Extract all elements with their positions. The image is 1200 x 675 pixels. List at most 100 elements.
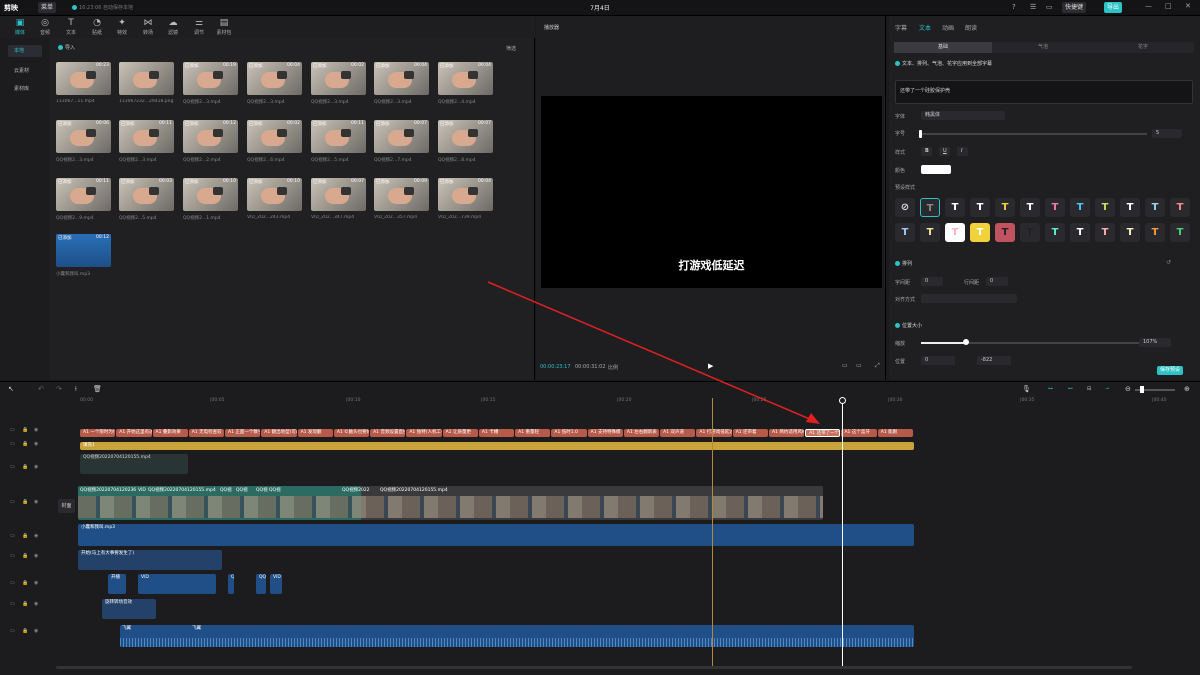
subtitle-clip[interactable]: A1 无电检查较 bbox=[188, 429, 225, 437]
preset-style[interactable]: T bbox=[1070, 223, 1090, 242]
timeline-scrollbar[interactable] bbox=[56, 666, 1132, 669]
segment-fancy[interactable]: 花字 bbox=[1094, 42, 1192, 53]
lock-icon[interactable]: ▭ bbox=[10, 427, 15, 433]
media-thumbnail[interactable]: 已添加 00:03 bbox=[119, 178, 174, 211]
position-y-input[interactable]: -822 bbox=[977, 356, 1011, 365]
subtitle-clip[interactable]: A1 音频设置直接 bbox=[370, 429, 406, 437]
record-icon[interactable]: 🎙 bbox=[1022, 385, 1031, 393]
mute-icon[interactable]: ◉ bbox=[34, 441, 38, 447]
eye-icon[interactable]: 🔒 bbox=[22, 499, 28, 505]
preset-style[interactable]: T bbox=[995, 198, 1015, 217]
media-thumbnail[interactable]: 已添加 00:10 bbox=[247, 178, 302, 211]
subtitle-clip[interactable]: A1 双声道 bbox=[660, 429, 696, 437]
minimize-icon[interactable]: — bbox=[1145, 2, 1152, 10]
media-thumbnail[interactable]: 已添加 00:09 bbox=[374, 178, 429, 211]
subtitle-text-input[interactable]: 还带了一个硅胶保护壳 bbox=[895, 80, 1193, 104]
tool-adjust[interactable]: ⚌ 调节 bbox=[187, 18, 211, 36]
media-thumbnail[interactable]: 已添加 00:11 bbox=[311, 120, 366, 153]
mute-icon[interactable]: ◉ bbox=[34, 427, 38, 433]
tool-pack[interactable]: ▤ 素材包 bbox=[212, 18, 236, 36]
eye-icon[interactable]: 🔒 bbox=[22, 553, 28, 559]
tool-filter[interactable]: ☁ 滤镜 bbox=[161, 18, 185, 36]
subtitle-clip[interactable]: A1 开始这里有透明 bbox=[116, 429, 152, 437]
audio-clip-extract[interactable]: QQ视频20220704120155 bbox=[228, 574, 234, 594]
media-thumbnail[interactable]: 已添加 00:07 bbox=[311, 178, 366, 211]
lock-icon[interactable]: ▭ bbox=[10, 533, 15, 539]
color-swatch[interactable] bbox=[921, 165, 951, 174]
lock-icon[interactable]: ▭ bbox=[10, 628, 15, 634]
subtitle-clip[interactable]: A1 打游戏低延迟 bbox=[696, 429, 732, 437]
tool-media[interactable]: ▣ 媒体 bbox=[8, 18, 32, 36]
media-thumbnail[interactable]: 已添加 00:04 bbox=[438, 62, 493, 95]
size-input[interactable]: 5 bbox=[1152, 129, 1182, 138]
tool-audio[interactable]: ◎ 音频 bbox=[33, 18, 57, 36]
lock-icon[interactable]: ▭ bbox=[10, 553, 15, 559]
subtitle-clip[interactable]: A1 让质量更 bbox=[442, 429, 478, 437]
menu-button[interactable]: 菜单 bbox=[38, 2, 57, 13]
eye-icon[interactable]: 🔒 bbox=[22, 580, 28, 586]
preset-style[interactable]: T bbox=[1020, 223, 1040, 242]
preset-style[interactable]: T bbox=[895, 223, 915, 242]
segment-bubble[interactable]: 气泡 bbox=[994, 42, 1092, 53]
preset-style[interactable]: T bbox=[1045, 223, 1065, 242]
media-thumbnail[interactable]: 已添加 00:04 bbox=[374, 62, 429, 95]
line-spacing-input[interactable]: 0 bbox=[986, 277, 1008, 286]
char-spacing-input[interactable]: 0 bbox=[921, 277, 943, 286]
media-thumbnail[interactable]: 已添加 00:06 bbox=[56, 120, 111, 153]
sort-button[interactable]: 筛选 bbox=[506, 45, 516, 52]
scale-slider-handle[interactable] bbox=[963, 339, 969, 345]
export-button[interactable]: 导出 bbox=[1104, 2, 1123, 13]
close-icon[interactable]: ✕ bbox=[1185, 2, 1191, 10]
subtitle-clip[interactable]: A1 正面一个数字显示断可显示 bbox=[225, 429, 261, 437]
segment-basic[interactable]: 基础 bbox=[894, 42, 992, 53]
arrange-section[interactable]: 排列 bbox=[895, 260, 912, 267]
audio-clip-extract[interactable]: 开播 bbox=[108, 574, 126, 594]
audio-clip-music[interactable]: 小蠢和我叫.mp3 bbox=[78, 524, 914, 546]
eye-icon[interactable]: 🔒 bbox=[22, 464, 28, 470]
tab-read[interactable]: 朗读 bbox=[965, 23, 977, 32]
mute-icon[interactable]: ◉ bbox=[34, 499, 38, 505]
media-thumbnail[interactable]: 已添加 00:10 bbox=[183, 178, 238, 211]
reset-icon[interactable]: ↺ bbox=[1166, 259, 1171, 266]
preset-style[interactable]: T bbox=[1020, 198, 1040, 217]
tab-animation[interactable]: 动画 bbox=[942, 23, 954, 32]
tab-subtitle[interactable]: 字幕 bbox=[895, 23, 907, 32]
subtitle-clip[interactable]: A1 还带了一个硅胶 bbox=[805, 429, 841, 437]
media-thumbnail[interactable]: 已添加 00:11 bbox=[119, 120, 174, 153]
size-slider-handle[interactable] bbox=[919, 130, 922, 138]
tab-text[interactable]: 文本 bbox=[919, 23, 931, 32]
preset-style[interactable]: T bbox=[1120, 223, 1140, 242]
media-thumbnail[interactable] bbox=[119, 62, 174, 95]
subtitle-clip[interactable]: A1 左右翻新表 bbox=[623, 429, 660, 437]
mute-icon[interactable]: ◉ bbox=[34, 533, 38, 539]
media-thumbnail[interactable]: 已添加 00:02 bbox=[311, 62, 366, 95]
help-icon[interactable]: ? bbox=[1012, 3, 1016, 11]
undo-icon[interactable]: ↶ bbox=[38, 385, 44, 393]
apply-all-toggle[interactable]: 文本、排列、气泡、花字应用到全部字幕 bbox=[895, 60, 992, 67]
ratio-button[interactable]: 比例 bbox=[608, 364, 618, 371]
audio-clip-transition-sfx[interactable]: 旋转转场音效 bbox=[102, 599, 156, 619]
mute-icon[interactable]: ◉ bbox=[34, 628, 38, 634]
eye-icon[interactable]: 🔒 bbox=[22, 533, 28, 539]
subtitle-clip[interactable]: A1 卡槽 bbox=[478, 429, 515, 437]
eye-icon[interactable]: 🔒 bbox=[22, 441, 28, 447]
media-thumbnail[interactable]: 已添加 00:19 bbox=[183, 62, 238, 95]
zoom-out-icon[interactable]: ⊖ bbox=[1125, 385, 1131, 393]
eye-icon[interactable]: 🔒 bbox=[22, 628, 28, 634]
lock-icon[interactable]: ▭ bbox=[10, 499, 15, 505]
audio-clip-bgm[interactable]: 飞翼 飞翼 bbox=[120, 625, 914, 647]
subtitle-clip[interactable]: A1 低时1.0 bbox=[551, 429, 587, 437]
media-thumbnail[interactable]: 已添加 00:12 bbox=[56, 234, 111, 267]
video-clip-top[interactable]: QQ视频20220704120155.mp4 bbox=[80, 454, 188, 474]
subtitle-clip[interactable]: A1 翻出地型(可以)? bbox=[261, 429, 297, 437]
side-item-local[interactable]: 本地 bbox=[8, 45, 42, 57]
preset-style[interactable]: T bbox=[1120, 198, 1140, 217]
zoom-slider-handle[interactable] bbox=[1140, 386, 1144, 393]
italic-button[interactable]: I bbox=[957, 147, 968, 156]
shortcut-button[interactable]: 快捷键 bbox=[1062, 2, 1087, 13]
screenshot-icon[interactable]: ▭ bbox=[1046, 3, 1053, 11]
play-icon[interactable]: ▶ bbox=[708, 362, 713, 370]
preset-style[interactable]: T bbox=[920, 198, 940, 217]
feedback-icon[interactable]: ☰ bbox=[1030, 3, 1036, 11]
media-thumbnail[interactable]: 已添加 00:02 bbox=[247, 120, 302, 153]
